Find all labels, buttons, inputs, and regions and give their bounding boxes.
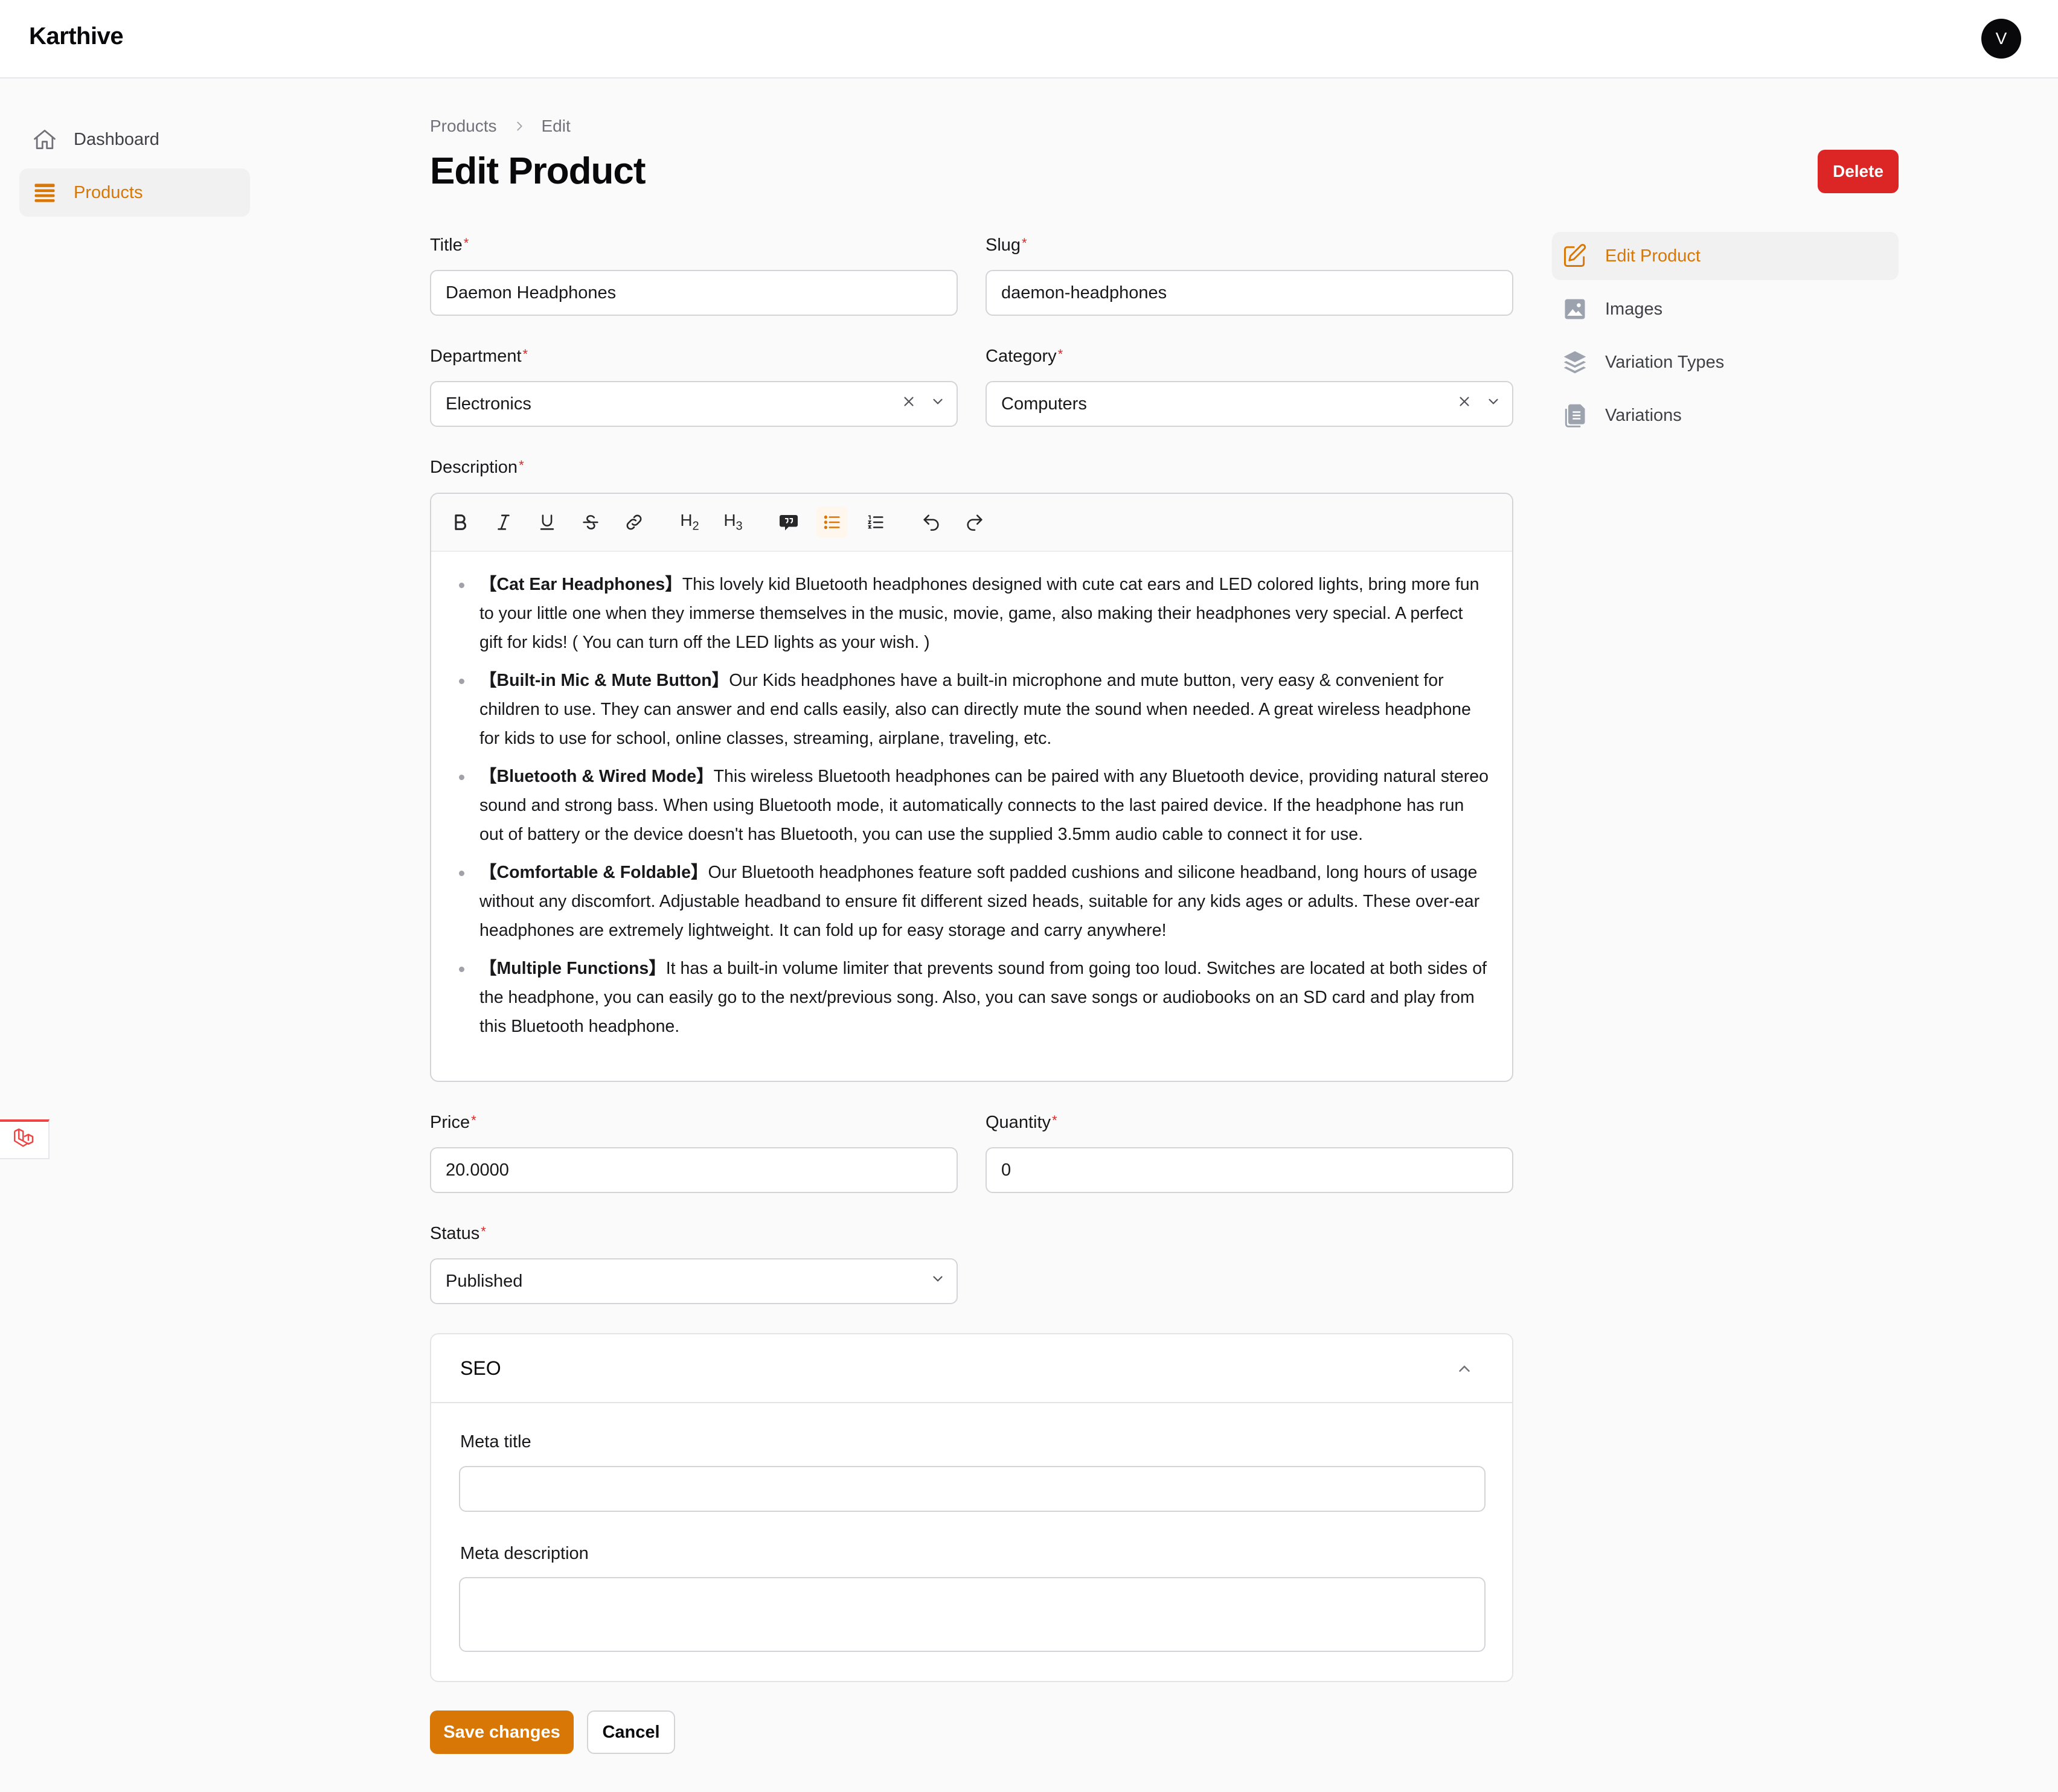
save-changes-button[interactable]: Save changes	[430, 1710, 574, 1754]
list-item: 【Bluetooth & Wired Mode】This wireless Bl…	[453, 762, 1490, 849]
status-label: Status*	[430, 1224, 486, 1243]
documents-icon	[1562, 402, 1588, 429]
chevron-down-icon[interactable]	[930, 394, 946, 414]
debugbar-toggle[interactable]	[0, 1119, 50, 1159]
breadcrumb: Products Edit	[430, 117, 571, 136]
list-item: 【Multiple Functions】It has a built-in vo…	[453, 954, 1490, 1041]
editor-content[interactable]: 【Cat Ear Headphones】This lovely kid Blue…	[431, 552, 1512, 1041]
clear-icon[interactable]	[1457, 394, 1472, 414]
stack-icon	[31, 179, 58, 206]
description-label: Description*	[430, 458, 524, 477]
department-label: Department*	[430, 347, 528, 366]
pencil-square-icon	[1562, 243, 1588, 269]
clear-icon[interactable]	[901, 394, 917, 414]
meta-title-input[interactable]	[459, 1466, 1486, 1512]
list-item: 【Comfortable & Foldable】Our Bluetooth he…	[453, 858, 1490, 945]
breadcrumb-products-link[interactable]: Products	[430, 117, 497, 136]
sidebar-item-label: Products	[74, 182, 143, 202]
subnav-label: Images	[1605, 299, 1663, 319]
blockquote-icon[interactable]	[773, 507, 804, 538]
chevron-up-icon[interactable]	[1454, 1358, 1475, 1379]
subnav-label: Edit Product	[1605, 246, 1701, 266]
subnav-variations[interactable]: Variations	[1552, 391, 1899, 440]
sidebar-item-products[interactable]: Products	[19, 168, 250, 217]
list-item: 【Built-in Mic & Mute Button】Our Kids hea…	[453, 666, 1490, 753]
subnav-edit-product[interactable]: Edit Product	[1552, 232, 1899, 280]
list-item: 【Cat Ear Headphones】This lovely kid Blue…	[453, 570, 1490, 657]
meta-description-textarea[interactable]	[459, 1577, 1486, 1652]
strikethrough-icon[interactable]	[575, 507, 606, 538]
redo-icon[interactable]	[959, 507, 990, 538]
category-label: Category*	[986, 347, 1063, 366]
editor-toolbar: H2 H3	[431, 494, 1512, 552]
page-title: Edit Product	[430, 150, 646, 192]
bullet-list-icon[interactable]	[816, 507, 848, 538]
chevron-right-icon	[513, 120, 526, 133]
ordered-list-icon[interactable]	[860, 507, 891, 538]
bold-icon[interactable]	[444, 507, 476, 538]
chevron-down-icon[interactable]	[1486, 394, 1501, 414]
delete-button[interactable]: Delete	[1818, 150, 1899, 193]
heading3-icon[interactable]: H3	[717, 507, 749, 538]
quantity-input[interactable]: 0	[986, 1147, 1513, 1193]
sidebar-item-dashboard[interactable]: Dashboard	[19, 115, 250, 164]
title-input[interactable]: Daemon Headphones	[430, 270, 958, 316]
slug-input[interactable]: daemon-headphones	[986, 270, 1513, 316]
meta-title-label: Meta title	[460, 1432, 531, 1451]
cancel-button[interactable]: Cancel	[587, 1710, 675, 1754]
brand-logo[interactable]: Karthive	[29, 23, 124, 50]
subnav-images[interactable]: Images	[1552, 285, 1899, 333]
underline-icon[interactable]	[531, 507, 563, 538]
seo-title: SEO	[460, 1357, 501, 1379]
sidebar-item-label: Dashboard	[74, 129, 159, 149]
seo-header[interactable]: SEO	[431, 1334, 1512, 1403]
category-select[interactable]: Computers	[986, 381, 1513, 427]
department-select[interactable]: Electronics	[430, 381, 958, 427]
seo-section: SEO Meta title Meta description	[430, 1333, 1513, 1682]
description-editor[interactable]: H2 H3 【Cat Ear Headphones】This lovely ki…	[430, 493, 1513, 1082]
user-avatar[interactable]: V	[1981, 19, 2021, 59]
italic-icon[interactable]	[488, 507, 519, 538]
subnav-label: Variation Types	[1605, 352, 1725, 372]
subnav-variation-types[interactable]: Variation Types	[1552, 338, 1899, 386]
laravel-icon	[11, 1126, 37, 1154]
photo-icon	[1562, 296, 1588, 322]
top-bar: Karthive V	[0, 0, 2058, 78]
slug-label: Slug*	[986, 235, 1027, 255]
layers-icon	[1562, 349, 1588, 376]
subnav-label: Variations	[1605, 405, 1682, 425]
price-label: Price*	[430, 1113, 476, 1132]
heading2-icon[interactable]: H2	[674, 507, 705, 538]
title-label: Title*	[430, 235, 469, 255]
home-icon	[31, 126, 58, 153]
meta-description-label: Meta description	[460, 1544, 589, 1563]
link-icon[interactable]	[618, 507, 650, 538]
chevron-down-icon[interactable]	[930, 1271, 946, 1291]
description-list: 【Cat Ear Headphones】This lovely kid Blue…	[453, 570, 1490, 1041]
quantity-label: Quantity*	[986, 1113, 1057, 1132]
breadcrumb-current: Edit	[541, 117, 571, 135]
undo-icon[interactable]	[915, 507, 947, 538]
price-input[interactable]: 20.0000	[430, 1147, 958, 1193]
status-select[interactable]: Published	[430, 1258, 958, 1304]
